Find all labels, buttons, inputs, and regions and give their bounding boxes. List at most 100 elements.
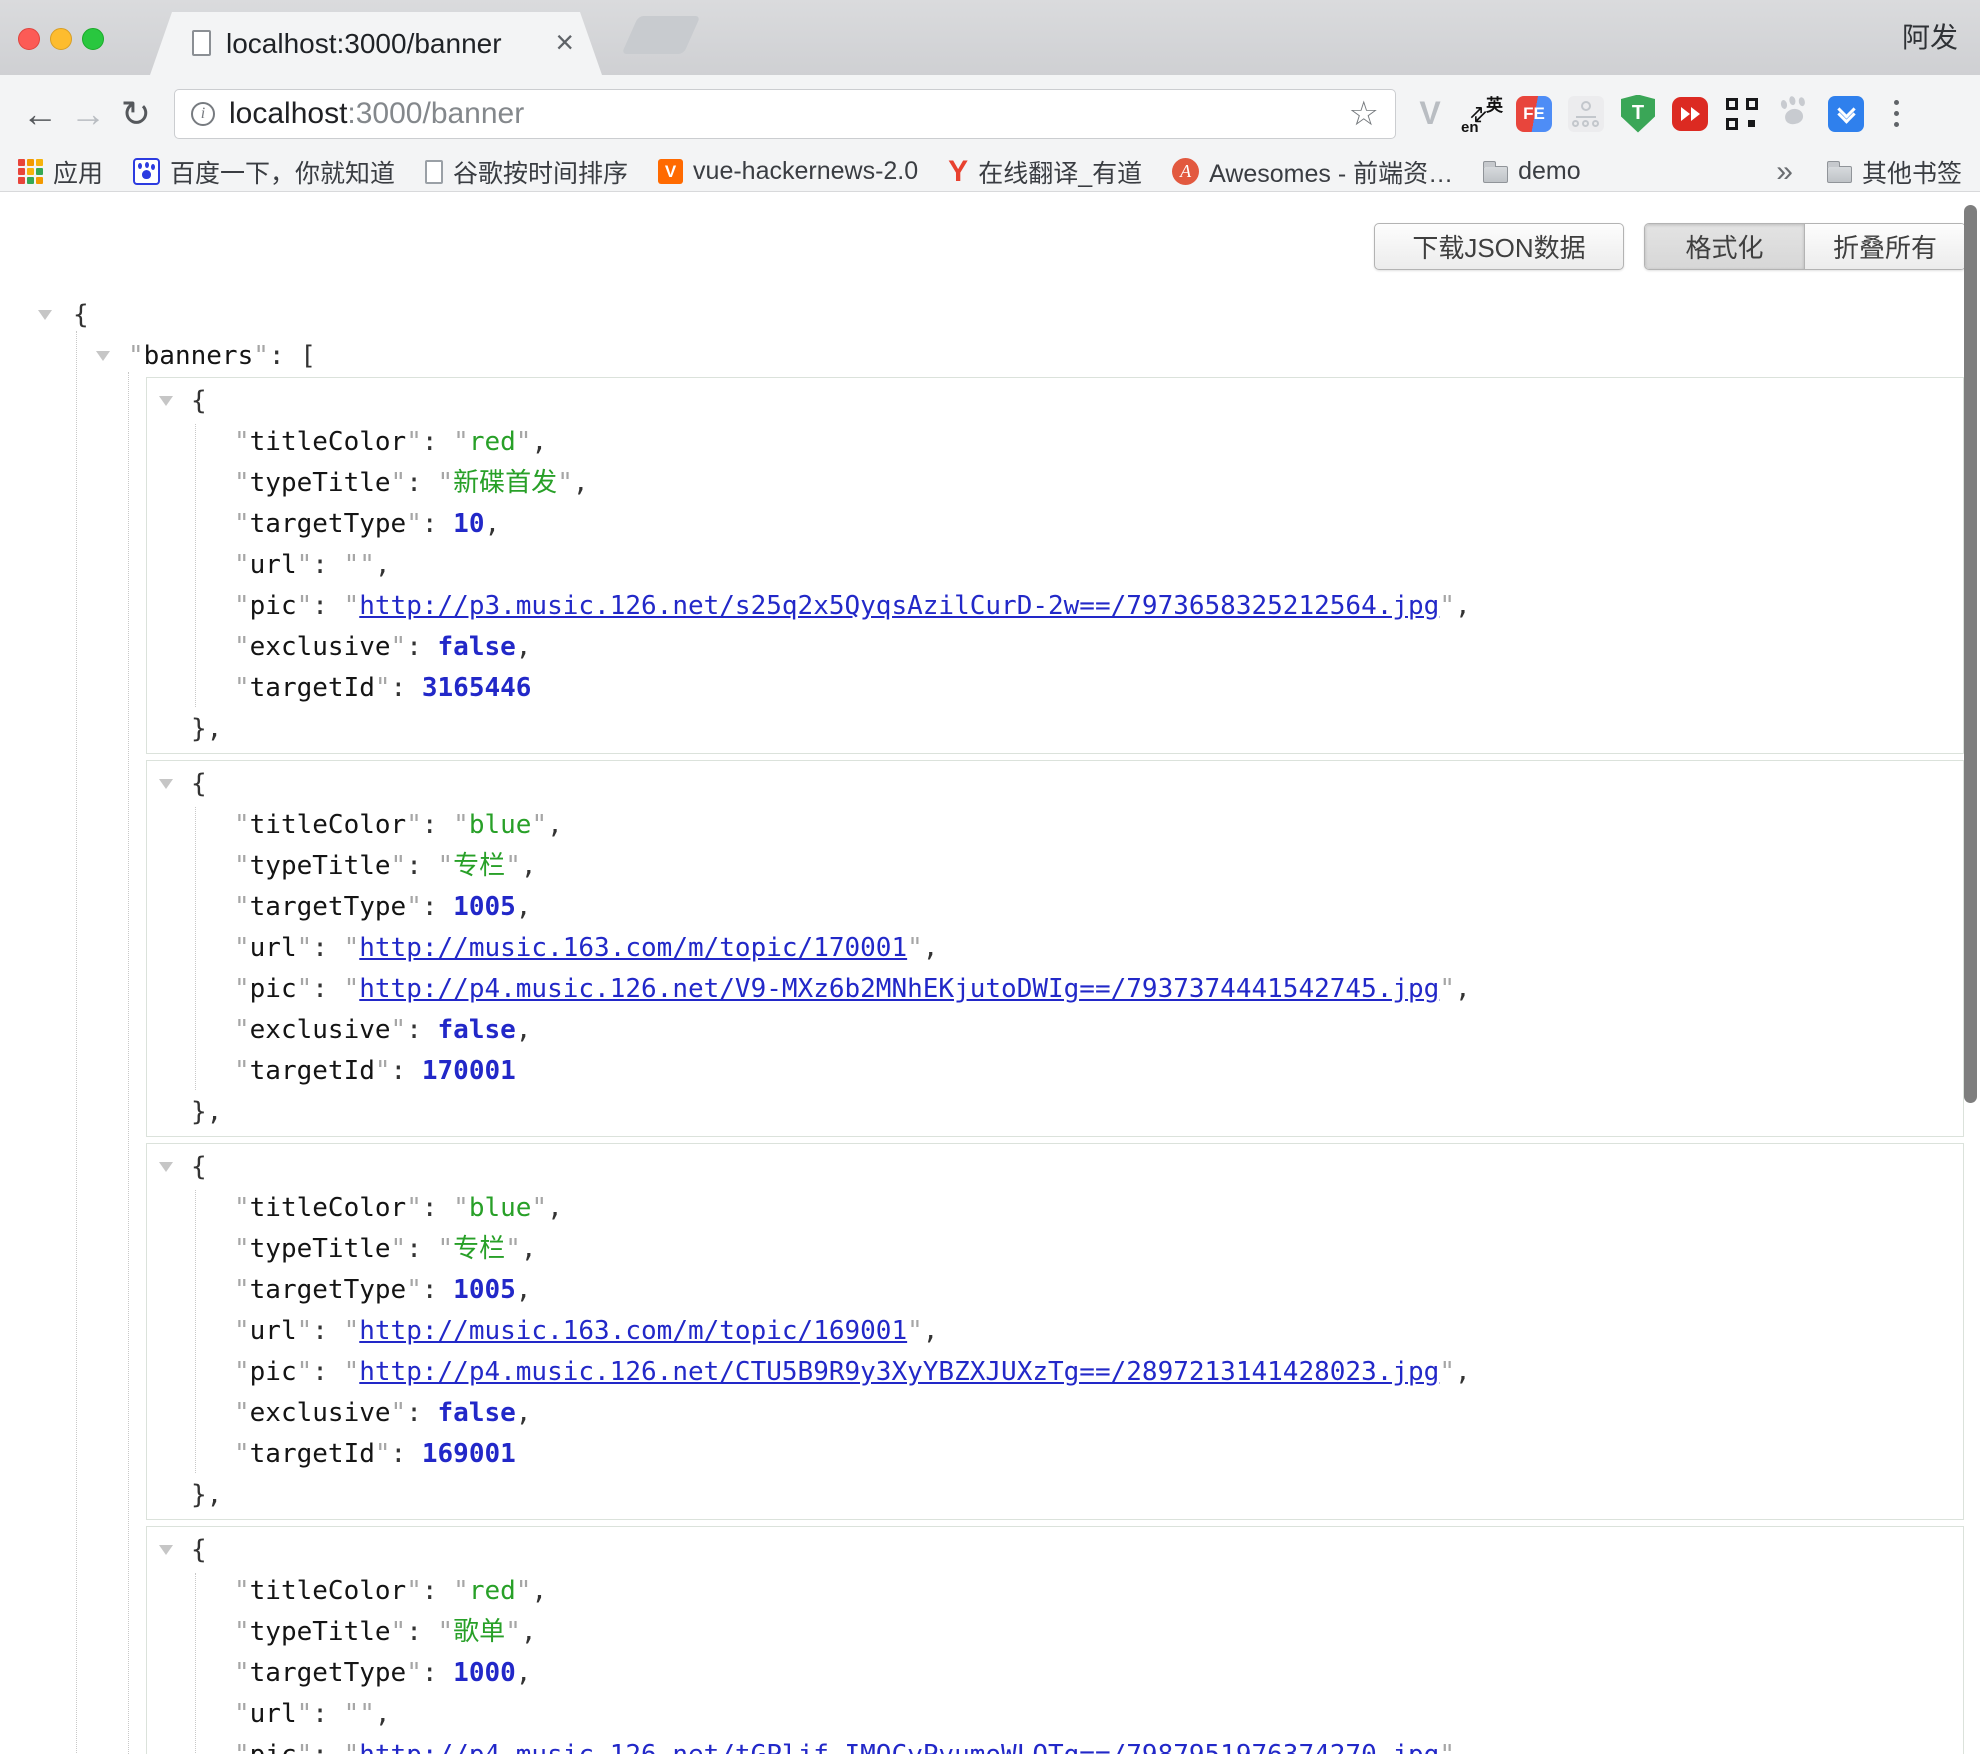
json-value-string: 专栏 [453, 851, 505, 881]
json-value-number: 1000 [453, 1658, 516, 1688]
shield-t-icon: T [1621, 95, 1655, 133]
back-button[interactable]: ← [16, 93, 64, 135]
json-key: exclusive [250, 1015, 391, 1045]
json-key: pic [250, 974, 297, 1004]
collapse-toggle-icon[interactable] [96, 351, 110, 361]
vue-favicon-icon: V [658, 159, 683, 184]
collapse-all-button[interactable]: 折叠所有 [1805, 224, 1965, 269]
bookmark-apps[interactable]: 应用 [18, 154, 103, 190]
vue-icon: V [1419, 95, 1440, 132]
video-speed-extension-button[interactable] [1664, 91, 1716, 137]
browser-tab[interactable]: localhost:3000/banner × [150, 12, 602, 75]
json-value-string: 新碟首发 [453, 468, 557, 498]
site-info-icon[interactable]: i [191, 102, 215, 126]
banners-list: { "titleColor": "red", "typeTitle": "新碟首发"… [0, 377, 1980, 1754]
json-value-number: 1005 [453, 892, 516, 922]
json-key: url [250, 550, 297, 580]
tampermonkey-extension-button[interactable]: T [1612, 91, 1664, 137]
bookmark-vue-hackernews[interactable]: V vue-hackernews-2.0 [658, 157, 918, 186]
json-value-number: 1005 [453, 1275, 516, 1305]
json-link[interactable]: http://p4.music.126.net/V9-MXz6b2MNhEKju… [359, 974, 1439, 1004]
qr-code-icon [1726, 98, 1758, 130]
json-array-item: {"titleColor": "blue","typeTitle": "专栏",… [146, 1143, 1964, 1520]
json-property-row: "typeTitle": "歌单", [147, 1612, 1963, 1653]
json-property-row: "pic": "http://p4.music.126.net/CTU5B9R9… [147, 1352, 1963, 1393]
fast-forward-icon [1672, 97, 1708, 131]
vue-devtools-extension-button[interactable]: V [1404, 91, 1456, 137]
json-banners-row: "banners": [ [0, 336, 1980, 377]
other-bookmarks[interactable]: 其他书签 [1827, 154, 1962, 190]
json-property-row: "targetType": 10, [147, 504, 1963, 545]
folder-icon [1827, 166, 1852, 183]
fehelper-icon: FE [1516, 96, 1552, 132]
bookmark-star-icon[interactable]: ☆ [1349, 94, 1379, 134]
bookmark-youdao[interactable]: Y 在线翻译_有道 [948, 154, 1142, 190]
forward-button[interactable]: → [64, 93, 112, 135]
double-chevron-down-icon [1828, 96, 1864, 132]
bookmarks-overflow-chevron[interactable]: » [1776, 155, 1793, 189]
solo-extension-button[interactable] [1820, 91, 1872, 137]
json-property-row: "typeTitle": "新碟首发", [147, 463, 1963, 504]
bookmark-baidu[interactable]: 百度一下，你就知道 [133, 154, 395, 190]
format-button[interactable]: 格式化 [1645, 224, 1805, 269]
download-json-button[interactable]: 下载JSON数据 [1374, 223, 1624, 270]
collapse-toggle-icon[interactable] [159, 396, 173, 406]
json-key: targetId [250, 1439, 375, 1469]
reload-button[interactable]: ↻ [112, 93, 160, 135]
collapse-toggle-icon[interactable] [159, 1162, 173, 1172]
json-property-row: "targetType": 1005, [147, 887, 1963, 928]
json-property-row: "targetType": 1005, [147, 1270, 1963, 1311]
profile-name[interactable]: 阿发 [1902, 0, 1958, 75]
browser-menu-button[interactable] [1876, 97, 1916, 130]
json-value-string: red [469, 427, 516, 457]
json-value-string: blue [469, 810, 532, 840]
json-key: titleColor [250, 1576, 407, 1606]
vertical-scrollbar-thumb[interactable] [1964, 205, 1977, 1103]
tab-close-icon[interactable]: × [555, 12, 574, 75]
translate-extension-button[interactable]: 英 ⇄ en [1456, 91, 1508, 137]
collapse-toggle-icon[interactable] [38, 310, 52, 320]
zoom-window-button[interactable] [82, 28, 104, 50]
json-key: targetType [250, 892, 407, 922]
json-value-number: false [438, 1015, 516, 1045]
fehelper-extension-button[interactable]: FE [1508, 91, 1560, 137]
qrcode-extension-button[interactable] [1716, 91, 1768, 137]
new-tab-button[interactable] [622, 16, 701, 54]
json-value-number: 3165446 [422, 673, 532, 703]
indent-guide [76, 331, 77, 1754]
sitemap-extension-button[interactable] [1560, 91, 1612, 137]
json-key: titleColor [250, 1193, 407, 1223]
json-property-row: "url": "", [147, 545, 1963, 586]
json-link[interactable]: http://p3.music.126.net/s25q2x5QyqsAzilC… [359, 591, 1439, 621]
json-key: exclusive [250, 632, 391, 662]
address-bar[interactable]: i localhost:3000/banner ☆ [174, 89, 1396, 139]
json-property-row: "targetType": 1000, [147, 1653, 1963, 1694]
json-link[interactable]: http://music.163.com/m/topic/170001 [359, 933, 907, 963]
url-path: :3000/banner [347, 97, 524, 130]
json-link[interactable]: http://p4.music.126.net/CTU5B9R9y3XyYBZX… [359, 1357, 1439, 1387]
minimize-window-button[interactable] [50, 28, 72, 50]
json-property-row: "targetId": 170001 [147, 1051, 1963, 1092]
json-property-row: "titleColor": "blue", [147, 805, 1963, 846]
bookmark-demo-folder[interactable]: demo [1483, 157, 1581, 186]
bookmark-google-sort[interactable]: 谷歌按时间排序 [425, 154, 628, 190]
json-property-row: "titleColor": "red", [147, 1571, 1963, 1612]
document-icon [425, 160, 443, 184]
json-value-number: false [438, 1398, 516, 1428]
close-window-button[interactable] [18, 28, 40, 50]
paw-extension-button[interactable] [1768, 91, 1820, 137]
collapse-toggle-icon[interactable] [159, 779, 173, 789]
collapse-toggle-icon[interactable] [159, 1545, 173, 1555]
json-property-row: "exclusive": false, [147, 1393, 1963, 1434]
bookmark-awesomes[interactable]: A Awesomes - 前端资… [1172, 154, 1453, 190]
json-key: typeTitle [250, 1234, 391, 1264]
json-link[interactable]: http://music.163.com/m/topic/169001 [359, 1316, 907, 1346]
json-key: targetType [250, 1275, 407, 1305]
json-key: url [250, 1699, 297, 1729]
tab-title: localhost:3000/banner [226, 12, 502, 75]
json-property-row: "pic": "http://p4.music.126.net/V9-MXz6b… [147, 969, 1963, 1010]
json-link[interactable]: http://p4.music.126.net/tGPljf-IMOCyPvum… [359, 1740, 1439, 1754]
window-controls [18, 28, 104, 50]
json-object-open-row: { [147, 1147, 1963, 1188]
json-property-row: "targetId": 3165446 [147, 668, 1963, 709]
